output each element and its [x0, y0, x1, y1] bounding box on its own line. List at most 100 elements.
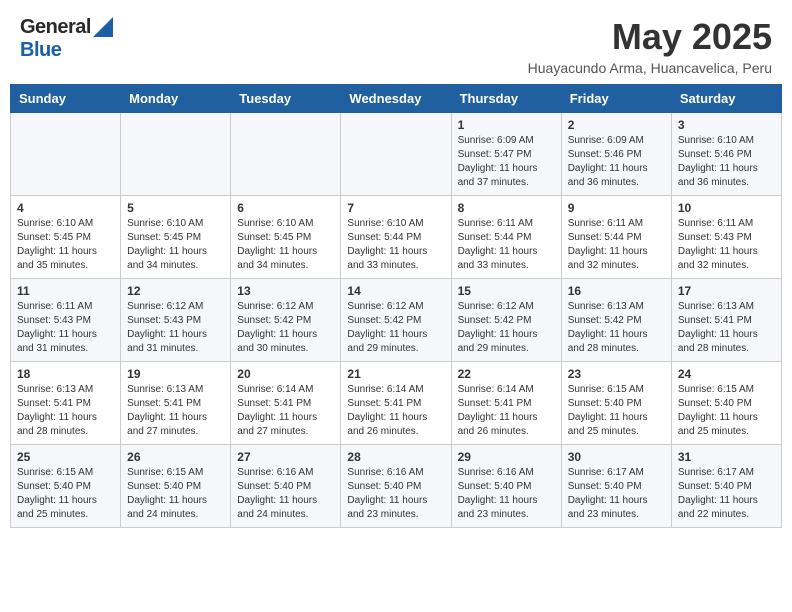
day-number: 8 [458, 201, 555, 215]
day-number: 2 [568, 118, 665, 132]
day-number: 6 [237, 201, 334, 215]
calendar-cell: 29 Sunrise: 6:16 AMSunset: 5:40 PMDayligh… [451, 445, 561, 528]
calendar-cell: 1 Sunrise: 6:09 AMSunset: 5:47 PMDaylight… [451, 113, 561, 196]
day-number: 19 [127, 367, 224, 381]
calendar-cell: 13Sunrise: 6:12 AMSunset: 5:42 PMDayligh… [231, 279, 341, 362]
calendar-cell: 3 Sunrise: 6:10 AMSunset: 5:46 PMDaylight… [671, 113, 781, 196]
day-number: 14 [347, 284, 444, 298]
day-number: 3 [678, 118, 775, 132]
calendar-subtitle: Huayacundo Arma, Huancavelica, Peru [528, 60, 772, 76]
day-number: 25 [17, 450, 114, 464]
calendar-cell: 11Sunrise: 6:11 AMSunset: 5:43 PMDayligh… [11, 279, 121, 362]
day-info: Sunrise: 6:17 AMSunset: 5:40 PMDaylight:… [568, 466, 665, 522]
calendar-cell [231, 113, 341, 196]
day-number: 4 [17, 201, 114, 215]
logo-triangle-icon [93, 17, 113, 37]
calendar-cell: 8 Sunrise: 6:11 AMSunset: 5:44 PMDaylight… [451, 196, 561, 279]
day-info: Sunrise: 6:15 AMSunset: 5:40 PMDaylight:… [127, 466, 224, 522]
day-info: Sunrise: 6:14 AMSunset: 5:41 PMDaylight:… [237, 383, 334, 439]
calendar-week-row: 4 Sunrise: 6:10 AMSunset: 5:45 PMDaylight… [11, 196, 782, 279]
calendar-cell: 26 Sunrise: 6:15 AMSunset: 5:40 PMDayligh… [121, 445, 231, 528]
calendar-cell: 24Sunrise: 6:15 AMSunset: 5:40 PMDayligh… [671, 362, 781, 445]
calendar-cell: 18Sunrise: 6:13 AMSunset: 5:41 PMDayligh… [11, 362, 121, 445]
day-info: Sunrise: 6:13 AMSunset: 5:42 PMDaylight:… [568, 300, 665, 356]
calendar-cell: 27 Sunrise: 6:16 AMSunset: 5:40 PMDayligh… [231, 445, 341, 528]
day-number: 20 [237, 367, 334, 381]
day-info: Sunrise: 6:12 AMSunset: 5:42 PMDaylight:… [458, 300, 555, 356]
day-info: Sunrise: 6:11 AMSunset: 5:44 PMDaylight:… [458, 217, 555, 273]
day-number: 23 [568, 367, 665, 381]
day-info: Sunrise: 6:15 AMSunset: 5:40 PMDaylight:… [678, 383, 775, 439]
logo-blue-text: Blue [20, 39, 113, 62]
calendar-cell: 16 Sunrise: 6:13 AMSunset: 5:42 PMDayligh… [561, 279, 671, 362]
day-number: 22 [458, 367, 555, 381]
day-number: 18 [17, 367, 114, 381]
calendar-cell: 14Sunrise: 6:12 AMSunset: 5:42 PMDayligh… [341, 279, 451, 362]
day-number: 16 [568, 284, 665, 298]
day-number: 26 [127, 450, 224, 464]
day-number: 27 [237, 450, 334, 464]
day-info: Sunrise: 6:14 AMSunset: 5:41 PMDaylight:… [347, 383, 444, 439]
day-info: Sunrise: 6:09 AMSunset: 5:46 PMDaylight:… [568, 134, 665, 190]
day-info: Sunrise: 6:10 AMSunset: 5:46 PMDaylight:… [678, 134, 775, 190]
day-info: Sunrise: 6:14 AMSunset: 5:41 PMDaylight:… [458, 383, 555, 439]
logo: General Blue [20, 16, 113, 62]
calendar-cell: 4 Sunrise: 6:10 AMSunset: 5:45 PMDaylight… [11, 196, 121, 279]
day-info: Sunrise: 6:11 AMSunset: 5:43 PMDaylight:… [17, 300, 114, 356]
calendar-cell: 22 Sunrise: 6:14 AMSunset: 5:41 PMDayligh… [451, 362, 561, 445]
day-number: 5 [127, 201, 224, 215]
header-day-friday: Friday [561, 85, 671, 113]
day-number: 10 [678, 201, 775, 215]
calendar-week-row: 18 Sunrise: 6:13 AMSunset: 5:41 PMDayligh… [11, 362, 782, 445]
calendar-cell: 12Sunrise: 6:12 AMSunset: 5:43 PMDayligh… [121, 279, 231, 362]
calendar-cell: 15Sunrise: 6:12 AMSunset: 5:42 PMDayligh… [451, 279, 561, 362]
day-info: Sunrise: 6:12 AMSunset: 5:43 PMDaylight:… [127, 300, 224, 356]
title-block: May 2025 Huayacundo Arma, Huancavelica, … [528, 16, 772, 76]
calendar-table: SundayMondayTuesdayWednesdayThursdayFrid… [10, 84, 782, 528]
calendar-cell [11, 113, 121, 196]
calendar-cell: 17Sunrise: 6:13 AMSunset: 5:41 PMDayligh… [671, 279, 781, 362]
calendar-cell: 7Sunrise: 6:10 AMSunset: 5:44 PMDaylight… [341, 196, 451, 279]
calendar-cell: 25Sunrise: 6:15 AMSunset: 5:40 PMDayligh… [11, 445, 121, 528]
calendar-title: May 2025 [528, 16, 772, 58]
day-info: Sunrise: 6:16 AMSunset: 5:40 PMDaylight:… [237, 466, 334, 522]
calendar-cell: 9Sunrise: 6:11 AMSunset: 5:44 PMDaylight… [561, 196, 671, 279]
day-info: Sunrise: 6:10 AMSunset: 5:45 PMDaylight:… [237, 217, 334, 273]
calendar-cell: 23 Sunrise: 6:15 AMSunset: 5:40 PMDayligh… [561, 362, 671, 445]
calendar-cell: 19 Sunrise: 6:13 AMSunset: 5:41 PMDayligh… [121, 362, 231, 445]
day-info: Sunrise: 6:15 AMSunset: 5:40 PMDaylight:… [568, 383, 665, 439]
day-number: 31 [678, 450, 775, 464]
calendar-cell: 10 Sunrise: 6:11 AMSunset: 5:43 PMDayligh… [671, 196, 781, 279]
day-number: 21 [347, 367, 444, 381]
calendar-header-row: SundayMondayTuesdayWednesdayThursdayFrid… [11, 85, 782, 113]
day-info: Sunrise: 6:13 AMSunset: 5:41 PMDaylight:… [127, 383, 224, 439]
header-day-tuesday: Tuesday [231, 85, 341, 113]
day-info: Sunrise: 6:10 AMSunset: 5:45 PMDaylight:… [17, 217, 114, 273]
day-info: Sunrise: 6:11 AMSunset: 5:43 PMDaylight:… [678, 217, 775, 273]
calendar-cell: 31 Sunrise: 6:17 AMSunset: 5:40 PMDayligh… [671, 445, 781, 528]
day-number: 13 [237, 284, 334, 298]
day-number: 28 [347, 450, 444, 464]
calendar-cell: 30 Sunrise: 6:17 AMSunset: 5:40 PMDayligh… [561, 445, 671, 528]
day-number: 30 [568, 450, 665, 464]
day-number: 1 [458, 118, 555, 132]
day-number: 7 [347, 201, 444, 215]
day-info: Sunrise: 6:13 AMSunset: 5:41 PMDaylight:… [678, 300, 775, 356]
calendar-week-row: 1 Sunrise: 6:09 AMSunset: 5:47 PMDaylight… [11, 113, 782, 196]
calendar-week-row: 11Sunrise: 6:11 AMSunset: 5:43 PMDayligh… [11, 279, 782, 362]
header-day-saturday: Saturday [671, 85, 781, 113]
calendar-cell: 6 Sunrise: 6:10 AMSunset: 5:45 PMDaylight… [231, 196, 341, 279]
day-info: Sunrise: 6:17 AMSunset: 5:40 PMDaylight:… [678, 466, 775, 522]
day-info: Sunrise: 6:16 AMSunset: 5:40 PMDaylight:… [458, 466, 555, 522]
calendar-cell [121, 113, 231, 196]
header-day-thursday: Thursday [451, 85, 561, 113]
header-day-sunday: Sunday [11, 85, 121, 113]
day-info: Sunrise: 6:11 AMSunset: 5:44 PMDaylight:… [568, 217, 665, 273]
calendar-cell: 5Sunrise: 6:10 AMSunset: 5:45 PMDaylight… [121, 196, 231, 279]
page-header: General Blue May 2025 Huayacundo Arma, H… [0, 0, 792, 84]
day-info: Sunrise: 6:16 AMSunset: 5:40 PMDaylight:… [347, 466, 444, 522]
day-number: 29 [458, 450, 555, 464]
calendar-wrapper: SundayMondayTuesdayWednesdayThursdayFrid… [0, 84, 792, 538]
calendar-cell [341, 113, 451, 196]
day-info: Sunrise: 6:09 AMSunset: 5:47 PMDaylight:… [458, 134, 555, 190]
